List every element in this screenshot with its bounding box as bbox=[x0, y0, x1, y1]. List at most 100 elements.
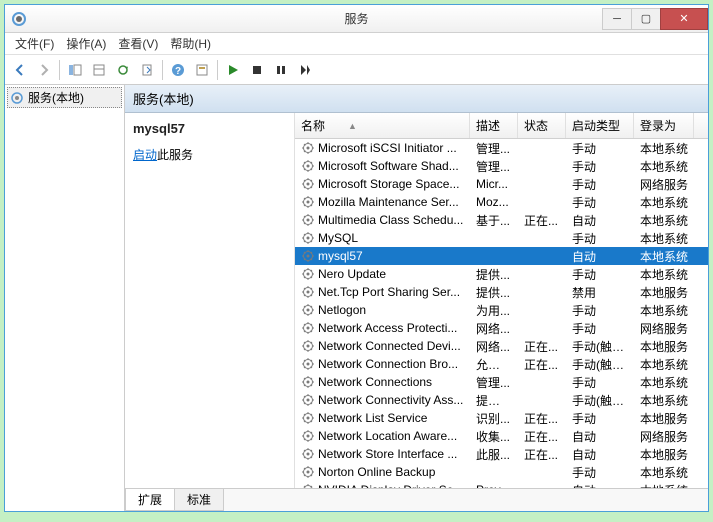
service-row[interactable]: Network Connectivity Ass...提供 ...手动(触发..… bbox=[295, 391, 708, 409]
service-row[interactable]: Microsoft Software Shad...管理...手动本地系统 bbox=[295, 157, 708, 175]
service-gear-icon bbox=[301, 231, 315, 245]
service-list: 名称▲ 描述 状态 启动类型 登录为 Microsoft iSCSI Initi… bbox=[295, 113, 708, 488]
cell-name: Network Connection Bro... bbox=[295, 356, 470, 372]
tree-panel: 服务(本地) bbox=[5, 85, 125, 511]
cell-name: Microsoft iSCSI Initiator ... bbox=[295, 140, 470, 156]
service-gear-icon bbox=[301, 285, 315, 299]
service-row[interactable]: Network List Service识别...正在...手动本地服务 bbox=[295, 409, 708, 427]
close-button[interactable]: ✕ bbox=[660, 8, 708, 30]
titlebar[interactable]: 服务 ─ ▢ ✕ bbox=[5, 5, 708, 33]
service-row[interactable]: mysql57自动本地系统 bbox=[295, 247, 708, 265]
service-gear-icon bbox=[301, 465, 315, 479]
tab-extended[interactable]: 扩展 bbox=[125, 489, 175, 511]
start-service-button[interactable] bbox=[222, 59, 244, 81]
tab-standard[interactable]: 标准 bbox=[174, 489, 224, 511]
cell-name: Network List Service bbox=[295, 410, 470, 426]
toolbar-separator bbox=[217, 60, 218, 80]
cell-logon: 本地服务 bbox=[634, 337, 694, 356]
cell-name: NVIDIA Display Driver Se... bbox=[295, 482, 470, 488]
maximize-button[interactable]: ▢ bbox=[631, 8, 661, 30]
cell-name: Network Store Interface ... bbox=[295, 446, 470, 462]
cell-status bbox=[518, 273, 566, 275]
action-pane: mysql57 启动此服务 bbox=[125, 113, 295, 488]
service-row[interactable]: Network Connection Bro...允许 ...正在...手动(触… bbox=[295, 355, 708, 373]
service-row[interactable]: Microsoft iSCSI Initiator ...管理...手动本地系统 bbox=[295, 139, 708, 157]
cell-status: 正在... bbox=[518, 337, 566, 356]
service-row[interactable]: Network Connections管理...手动本地系统 bbox=[295, 373, 708, 391]
cell-startup: 手动(触发... bbox=[566, 337, 634, 356]
cell-logon: 本地服务 bbox=[634, 445, 694, 464]
service-row[interactable]: NVIDIA Display Driver Se...Prov...自动本地系统 bbox=[295, 481, 708, 488]
view-options-button[interactable] bbox=[88, 59, 110, 81]
tree-item-services-local[interactable]: 服务(本地) bbox=[7, 87, 122, 108]
service-row[interactable]: MySQL手动本地系统 bbox=[295, 229, 708, 247]
pause-service-button[interactable] bbox=[270, 59, 292, 81]
service-row[interactable]: Network Connected Devi...网络...正在...手动(触发… bbox=[295, 337, 708, 355]
col-header-name[interactable]: 名称▲ bbox=[295, 113, 470, 138]
cell-startup: 自动 bbox=[566, 445, 634, 464]
list-body[interactable]: Microsoft iSCSI Initiator ...管理...手动本地系统… bbox=[295, 139, 708, 488]
cell-logon: 本地系统 bbox=[634, 229, 694, 248]
service-gear-icon bbox=[301, 483, 315, 488]
service-gear-icon bbox=[301, 195, 315, 209]
menu-help[interactable]: 帮助(H) bbox=[164, 33, 217, 54]
service-row[interactable]: Network Location Aware...收集...正在...自动网络服… bbox=[295, 427, 708, 445]
properties-button[interactable] bbox=[191, 59, 213, 81]
menu-action[interactable]: 操作(A) bbox=[60, 33, 112, 54]
cell-status bbox=[518, 399, 566, 401]
service-gear-icon bbox=[301, 213, 315, 227]
service-row[interactable]: Norton Online Backup手动本地系统 bbox=[295, 463, 708, 481]
toolbar: ? bbox=[5, 55, 708, 85]
cell-status bbox=[518, 165, 566, 167]
service-gear-icon bbox=[301, 267, 315, 281]
cell-startup: 手动 bbox=[566, 301, 634, 320]
col-header-startup[interactable]: 启动类型 bbox=[566, 113, 634, 138]
cell-status bbox=[518, 183, 566, 185]
cell-description bbox=[470, 255, 518, 257]
service-row[interactable]: Mozilla Maintenance Ser...Moz...手动本地系统 bbox=[295, 193, 708, 211]
forward-button[interactable] bbox=[33, 59, 55, 81]
cell-logon: 本地系统 bbox=[634, 463, 694, 482]
service-row[interactable]: Netlogon为用...手动本地系统 bbox=[295, 301, 708, 319]
cell-logon: 本地系统 bbox=[634, 157, 694, 176]
cell-startup: 手动(触发... bbox=[566, 391, 634, 410]
service-row[interactable]: Network Store Interface ...此服...正在...自动本… bbox=[295, 445, 708, 463]
selected-service-name: mysql57 bbox=[133, 121, 286, 136]
service-row[interactable]: Net.Tcp Port Sharing Ser...提供...禁用本地服务 bbox=[295, 283, 708, 301]
help-button[interactable]: ? bbox=[167, 59, 189, 81]
panel-header: 服务(本地) bbox=[125, 85, 708, 113]
service-row[interactable]: Nero Update提供...手动本地系统 bbox=[295, 265, 708, 283]
service-gear-icon bbox=[301, 321, 315, 335]
minimize-button[interactable]: ─ bbox=[602, 8, 632, 30]
menu-view[interactable]: 查看(V) bbox=[112, 33, 164, 54]
service-row[interactable]: Multimedia Class Schedu...基于...正在...自动本地… bbox=[295, 211, 708, 229]
col-header-description[interactable]: 描述 bbox=[470, 113, 518, 138]
content-body: 服务(本地) 服务(本地) mysql57 启动此服务 名称▲ 描述 状态 bbox=[5, 85, 708, 511]
col-header-logon[interactable]: 登录为 bbox=[634, 113, 694, 138]
cell-startup: 手动(触发... bbox=[566, 355, 634, 374]
cell-startup: 自动 bbox=[566, 247, 634, 266]
cell-description: 管理... bbox=[470, 373, 518, 392]
export-button[interactable] bbox=[136, 59, 158, 81]
gear-icon bbox=[10, 91, 24, 105]
cell-description: 提供 ... bbox=[470, 391, 518, 410]
refresh-button[interactable] bbox=[112, 59, 134, 81]
cell-description bbox=[470, 471, 518, 473]
cell-startup: 手动 bbox=[566, 463, 634, 482]
cell-description: Prov... bbox=[470, 482, 518, 488]
stop-service-button[interactable] bbox=[246, 59, 268, 81]
service-row[interactable]: Network Access Protecti...网络...手动网络服务 bbox=[295, 319, 708, 337]
back-button[interactable] bbox=[9, 59, 31, 81]
cell-logon: 本地服务 bbox=[634, 283, 694, 302]
menu-file[interactable]: 文件(F) bbox=[9, 33, 60, 54]
show-hide-tree-button[interactable] bbox=[64, 59, 86, 81]
cell-name: Network Location Aware... bbox=[295, 428, 470, 444]
restart-service-button[interactable] bbox=[294, 59, 316, 81]
start-link[interactable]: 启动 bbox=[133, 148, 157, 162]
service-row[interactable]: Microsoft Storage Space...Micr...手动网络服务 bbox=[295, 175, 708, 193]
cell-status bbox=[518, 309, 566, 311]
col-header-status[interactable]: 状态 bbox=[518, 113, 566, 138]
cell-logon: 网络服务 bbox=[634, 175, 694, 194]
cell-startup: 手动 bbox=[566, 373, 634, 392]
cell-name: Net.Tcp Port Sharing Ser... bbox=[295, 284, 470, 300]
